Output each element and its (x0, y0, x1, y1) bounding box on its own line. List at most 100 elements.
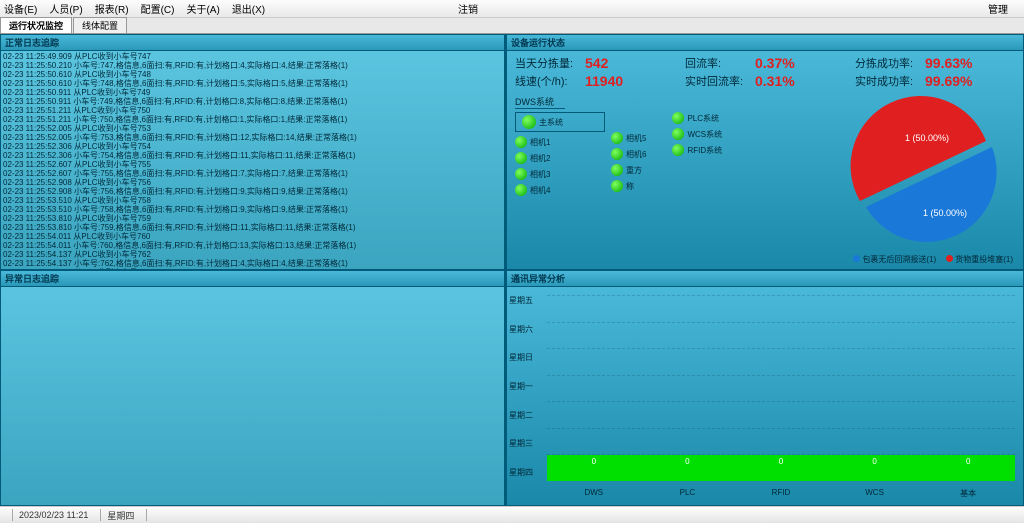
stat-value: 0.31% (755, 73, 815, 89)
stat-label: 当天分拣量: (515, 55, 585, 71)
normal-log-panel: 正常日志追踪 02-23 11:25:49.909 从PLC收到小车号74702… (0, 34, 505, 270)
bar: 0 (921, 455, 1015, 481)
light-main: 主系统 (515, 112, 605, 132)
stat-label: 实时成功率: (855, 73, 925, 89)
menu-logout[interactable]: 注销 (458, 1, 976, 16)
y-label: 星期日 (509, 352, 533, 366)
light: 相机4 (515, 184, 605, 196)
status-datetime: 2023/02/23 11:21 (19, 510, 88, 520)
panel-title: 异常日志追踪 (1, 271, 504, 287)
bar: 0 (547, 455, 641, 481)
log-line: 02-23 11:25:54.137 从PLC收到小车号762 (3, 250, 502, 259)
y-label: 星期一 (509, 381, 533, 395)
status-body: 当天分拣量:542 线速(个/h):11940 回流率:0.37% 实时回流率:… (507, 51, 1023, 269)
x-label: WCS (828, 488, 922, 499)
led-icon (515, 136, 527, 148)
stat-value: 99.63% (925, 55, 985, 71)
stat-label: 回流率: (685, 55, 755, 71)
light: 相机5 (611, 132, 646, 144)
x-label: PLC (641, 488, 735, 499)
menu-item[interactable]: 关于(A) (186, 1, 219, 16)
log-line: 02-23 11:25:53.810 从PLC收到小车号759 (3, 214, 502, 223)
led-icon (672, 144, 684, 156)
menu-item[interactable]: 退出(X) (232, 1, 265, 16)
status-weekday: 星期四 (107, 509, 134, 522)
stat-label: 分拣成功率: (855, 55, 925, 71)
tab-monitor[interactable]: 运行状况监控 (0, 17, 72, 33)
y-label: 星期三 (509, 438, 533, 452)
log-line: 02-23 11:25:52.607 从PLC收到小车号755 (3, 160, 502, 169)
stat-value: 99.69% (925, 73, 985, 89)
bar: 0 (828, 455, 922, 481)
menu-item[interactable]: 报表(R) (95, 1, 129, 16)
menubar: 设备(E) 人员(P) 报表(R) 配置(C) 关于(A) 退出(X) 注销 管… (0, 0, 1024, 18)
pie-chart: 1 (50.00%) 1 (50.00%) (833, 91, 1013, 251)
log-line: 02-23 11:25:50.610 小车号:748,格信息,6面扫:有,RFI… (3, 79, 502, 88)
log-line: 02-23 11:25:50.210 小车号:747,格信息,6面扫:有,RFI… (3, 61, 502, 70)
led-icon (515, 168, 527, 180)
error-log-panel: 异常日志追踪 (0, 270, 505, 506)
log-line: 02-23 11:25:54.137 小车号:762,格信息,6面扫:有,RFI… (3, 259, 502, 268)
log-line: 02-23 11:25:50.610 从PLC收到小车号748 (3, 70, 502, 79)
menu-item[interactable]: 设备(E) (4, 1, 37, 16)
x-label: 基本 (921, 488, 1015, 499)
led-icon (672, 128, 684, 140)
log-line: 02-23 11:25:53.510 从PLC收到小车号758 (3, 196, 502, 205)
y-label: 星期四 (509, 467, 533, 481)
led-icon (672, 112, 684, 124)
menu-manage[interactable]: 管理 (988, 1, 1008, 16)
svg-text:1 (50.00%): 1 (50.00%) (923, 208, 967, 218)
led-icon (515, 152, 527, 164)
light: 称 (611, 180, 646, 192)
log-line: 02-23 11:25:54.011 小车号:760,格信息,6面扫:有,RFI… (3, 241, 502, 250)
anomaly-chart: 星期五星期六星期日星期一星期二星期三星期四 00000 DWSPLCRFIDWC… (507, 287, 1023, 505)
log-line: 02-23 11:25:49.909 从PLC收到小车号747 (3, 52, 502, 61)
stat-label: 实时回流率: (685, 73, 755, 89)
bar: 0 (734, 455, 828, 481)
log-body[interactable]: 02-23 11:25:49.909 从PLC收到小车号74702-23 11:… (1, 51, 504, 269)
log-line: 02-23 11:25:52.908 从PLC收到小车号756 (3, 178, 502, 187)
legend-swatch-icon (946, 255, 953, 262)
led-icon (611, 132, 623, 144)
tabbar: 运行状况监控 线体配置 (0, 18, 1024, 34)
light: 相机6 (611, 148, 646, 160)
device-status-panel: 设备运行状态 当天分拣量:542 线速(个/h):11940 回流率:0.37%… (506, 34, 1024, 270)
panel-title: 设备运行状态 (507, 35, 1023, 51)
legend-swatch-icon (853, 255, 860, 262)
light: WCS系统 (672, 128, 722, 140)
menu-item[interactable]: 人员(P) (49, 1, 82, 16)
stat-label: 线速(个/h): (515, 73, 585, 89)
log-line: 02-23 11:25:51.211 从PLC收到小车号750 (3, 106, 502, 115)
panel-title: 正常日志追踪 (1, 35, 504, 51)
light: 相机3 (515, 168, 605, 180)
pie-legend: 包裹无后回溯报送(1) 货物重投堆塞(1) (853, 254, 1013, 265)
log-line: 02-23 11:25:52.005 小车号:753,格信息,6面扫:有,RFI… (3, 133, 502, 142)
log-line: 02-23 11:25:52.908 小车号:756,格信息,6面扫:有,RFI… (3, 187, 502, 196)
x-label: RFID (734, 488, 828, 499)
svg-text:1 (50.00%): 1 (50.00%) (905, 133, 949, 143)
y-label: 星期二 (509, 410, 533, 424)
log-line: 02-23 11:25:53.510 小车号:758,格信息,6面扫:有,RFI… (3, 205, 502, 214)
stat-value: 542 (585, 55, 645, 71)
x-label: DWS (547, 488, 641, 499)
error-log-body[interactable] (1, 287, 504, 505)
y-label: 星期五 (509, 295, 533, 309)
led-icon (515, 184, 527, 196)
led-icon (522, 115, 536, 129)
menu-item[interactable]: 配置(C) (141, 1, 175, 16)
light: 相机1 (515, 136, 605, 148)
comm-anomaly-panel: 通讯异常分析 星期五星期六星期日星期一星期二星期三星期四 00000 DWSPL… (506, 270, 1024, 506)
log-line: 02-23 11:25:52.306 从PLC收到小车号754 (3, 142, 502, 151)
y-label: 星期六 (509, 324, 533, 338)
panel-title: 通讯异常分析 (507, 271, 1023, 287)
light: 相机2 (515, 152, 605, 164)
dws-label: DWS系统 (515, 95, 565, 109)
stat-value: 0.37% (755, 55, 815, 71)
log-line: 02-23 11:25:50.911 小车号:749,格信息,6面扫:有,RFI… (3, 97, 502, 106)
light: RFID系统 (672, 144, 722, 156)
log-line: 02-23 11:25:55.340 从PLC收到小车号763 (3, 268, 502, 269)
light: 重方 (611, 164, 646, 176)
log-line: 02-23 11:25:54.011 从PLC收到小车号760 (3, 232, 502, 241)
tab-line-config[interactable]: 线体配置 (73, 17, 127, 33)
stat-value: 11940 (585, 73, 645, 89)
